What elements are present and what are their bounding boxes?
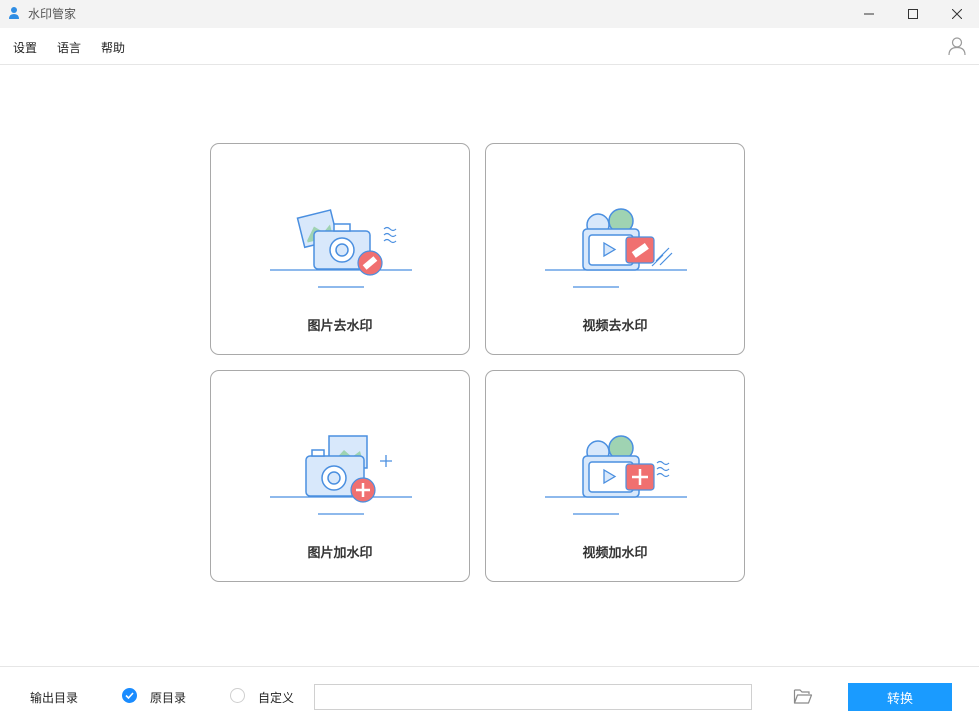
radio-original-directory-label[interactable]: 原目录 bbox=[150, 689, 186, 706]
menu-help[interactable]: 帮助 bbox=[101, 39, 125, 56]
maximize-button[interactable] bbox=[890, 0, 936, 28]
radio-custom-directory-label[interactable]: 自定义 bbox=[258, 689, 294, 706]
card-label: 视频加水印 bbox=[582, 546, 648, 561]
radio-custom-directory[interactable] bbox=[230, 688, 245, 703]
photo-remove-watermark-card[interactable]: 图片去水印 bbox=[210, 143, 470, 355]
video-add-watermark-illustration-icon bbox=[545, 435, 687, 515]
app-logo-icon bbox=[9, 7, 19, 19]
photo-add-watermark-illustration-icon bbox=[270, 435, 412, 515]
menu-settings[interactable]: 设置 bbox=[13, 39, 37, 56]
output-bar: 输出目录 原目录 自定义 转换 bbox=[0, 666, 979, 726]
minimize-icon bbox=[864, 13, 874, 15]
card-label: 图片去水印 bbox=[307, 319, 373, 334]
video-add-watermark-card[interactable]: 视频加水印 bbox=[485, 370, 745, 582]
photo-add-watermark-card[interactable]: 图片加水印 bbox=[210, 370, 470, 582]
card-label: 视频去水印 bbox=[582, 319, 648, 334]
output-path-input[interactable] bbox=[314, 684, 752, 710]
window-title: 水印管家 bbox=[28, 7, 77, 21]
maximize-icon bbox=[908, 9, 918, 19]
menu-bar: 设置 语言 帮助 bbox=[0, 28, 979, 65]
photo-remove-watermark-illustration-icon bbox=[270, 209, 412, 288]
close-icon bbox=[952, 9, 962, 19]
folder-open-icon[interactable] bbox=[793, 687, 813, 705]
title-bar: 水印管家 bbox=[0, 0, 979, 28]
user-account-icon[interactable] bbox=[947, 36, 967, 56]
checkmark-icon bbox=[125, 692, 134, 700]
video-remove-watermark-card[interactable]: 视频去水印 bbox=[485, 143, 745, 355]
radio-original-directory[interactable] bbox=[122, 688, 137, 703]
video-remove-watermark-illustration-icon bbox=[545, 208, 687, 288]
output-directory-label: 输出目录 bbox=[30, 691, 79, 705]
menu-language[interactable]: 语言 bbox=[57, 39, 81, 56]
minimize-button[interactable] bbox=[846, 0, 892, 28]
convert-button[interactable]: 转换 bbox=[848, 683, 952, 711]
close-button[interactable] bbox=[934, 0, 979, 28]
card-label: 图片加水印 bbox=[307, 546, 373, 561]
